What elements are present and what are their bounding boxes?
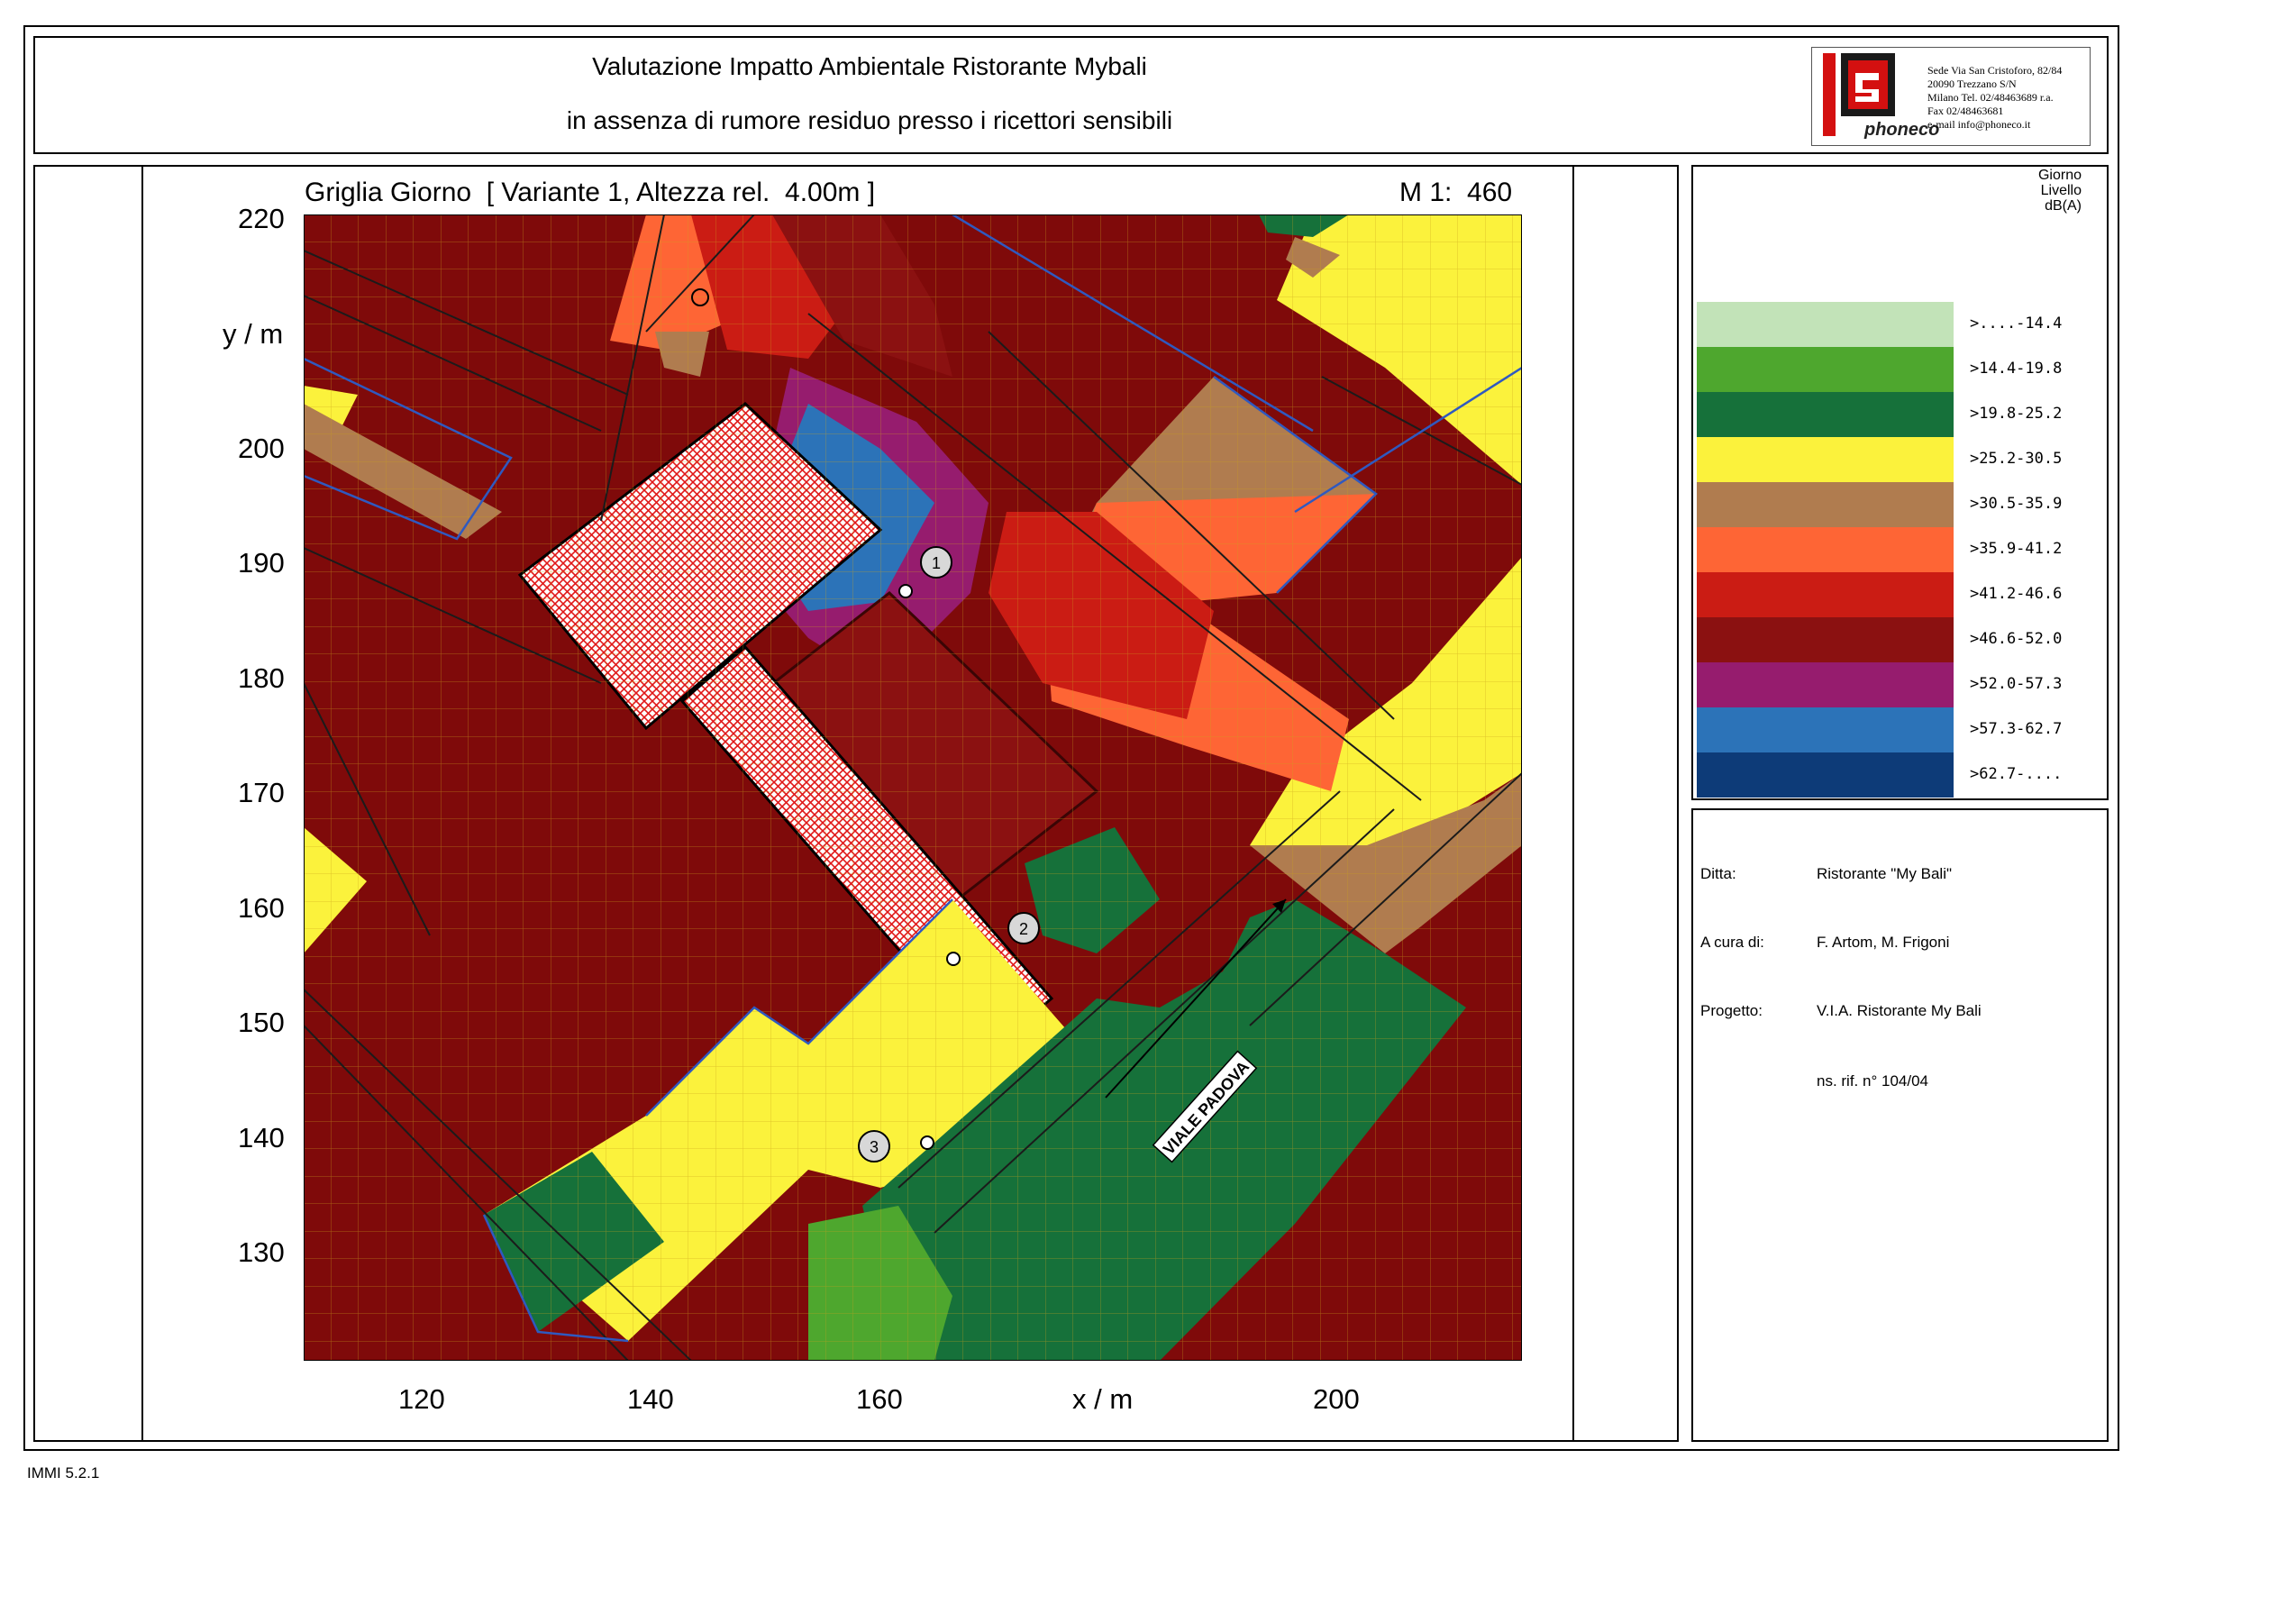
software-version: IMMI 5.2.1: [27, 1464, 100, 1482]
map-title: Griglia Giorno [ Variante 1, Altezza rel…: [305, 178, 876, 207]
logo-address: Sede Via San Cristoforo, 82/84 20090 Tre…: [1927, 64, 2063, 131]
ditta-value: Ristorante "My Bali": [1817, 865, 1953, 882]
y-axis-label: y / m: [223, 318, 284, 350]
progetto-label: Progetto:: [1700, 1002, 1763, 1019]
legend-swatch-6: [1697, 527, 1954, 572]
legend-swatch-11: [1697, 752, 1954, 798]
x-tick-160: 160: [856, 1383, 903, 1415]
legend-label-10: >57.3-62.7: [1970, 720, 2063, 738]
legend-label-2: >14.4-19.8: [1970, 360, 2063, 378]
noise-map: VIALE PADOVA 1 2 3: [304, 214, 1522, 1361]
legend-title: Giorno Livello dB(A): [2037, 168, 2082, 214]
y-tick-170: 170: [238, 777, 285, 808]
y-tick-160: 160: [238, 892, 285, 924]
y-tick-180: 180: [238, 662, 285, 694]
x-axis-label: x / m: [1072, 1383, 1134, 1415]
legend-label-6: >35.9-41.2: [1970, 540, 2063, 558]
svg-text:1: 1: [932, 554, 941, 572]
header-title: Valutazione Impatto Ambientale Ristorant…: [592, 52, 1147, 80]
acura-value: F. Artom, M. Frigoni: [1817, 934, 1950, 951]
receptor-1[interactable]: 1: [920, 546, 952, 579]
map-right-divider: [1572, 165, 1574, 1442]
map-left-divider: [141, 165, 143, 1442]
legend-label-8: >46.6-52.0: [1970, 630, 2063, 648]
svg-text:3: 3: [870, 1138, 879, 1156]
ditta-label: Ditta:: [1700, 865, 1736, 882]
legend-label-5: >30.5-35.9: [1970, 495, 2063, 513]
legend-label-1: >....-14.4: [1970, 315, 2063, 333]
header-subtitle: in assenza di rumore residuo presso i ri…: [566, 106, 1173, 134]
y-tick-140: 140: [238, 1122, 285, 1153]
acura-label: A cura di:: [1700, 934, 1764, 951]
legend-swatch-7: [1697, 572, 1954, 617]
reference-value: ns. rif. n° 104/04: [1817, 1072, 1928, 1090]
svg-text:2: 2: [1019, 920, 1028, 938]
x-tick-200: 200: [1313, 1383, 1360, 1415]
map-scale: M 1: 460: [1399, 178, 1513, 207]
info-panel: [1691, 808, 2109, 1442]
y-tick-220: 220: [238, 203, 285, 234]
legend-swatch-10: [1697, 707, 1954, 752]
legend-label-9: >52.0-57.3: [1970, 675, 2063, 693]
x-tick-140: 140: [627, 1383, 674, 1415]
progetto-value: V.I.A. Ristorante My Bali: [1817, 1002, 1982, 1019]
legend-label-3: >19.8-25.2: [1970, 405, 2063, 423]
legend-swatch-1: [1697, 302, 1954, 347]
legend-swatch-9: [1697, 662, 1954, 707]
legend-label-4: >25.2-30.5: [1970, 450, 2063, 468]
legend-label-7: >41.2-46.6: [1970, 585, 2063, 603]
legend-swatch-2: [1697, 347, 1954, 392]
legend-swatch-4: [1697, 437, 1954, 482]
receptor-2[interactable]: 2: [1007, 912, 1040, 944]
y-tick-200: 200: [238, 433, 285, 464]
legend-swatch-5: [1697, 482, 1954, 527]
legend-swatch-8: [1697, 617, 1954, 662]
company-logo: phoneco Sede Via San Cristoforo, 82/84 2…: [1811, 47, 2091, 146]
legend-label-11: >62.7-....: [1970, 765, 2063, 783]
legend-swatch-3: [1697, 392, 1954, 437]
x-tick-120: 120: [398, 1383, 445, 1415]
y-tick-130: 130: [238, 1236, 285, 1268]
y-tick-190: 190: [238, 547, 285, 579]
receptor-3[interactable]: 3: [858, 1130, 890, 1163]
y-tick-150: 150: [238, 1007, 285, 1038]
